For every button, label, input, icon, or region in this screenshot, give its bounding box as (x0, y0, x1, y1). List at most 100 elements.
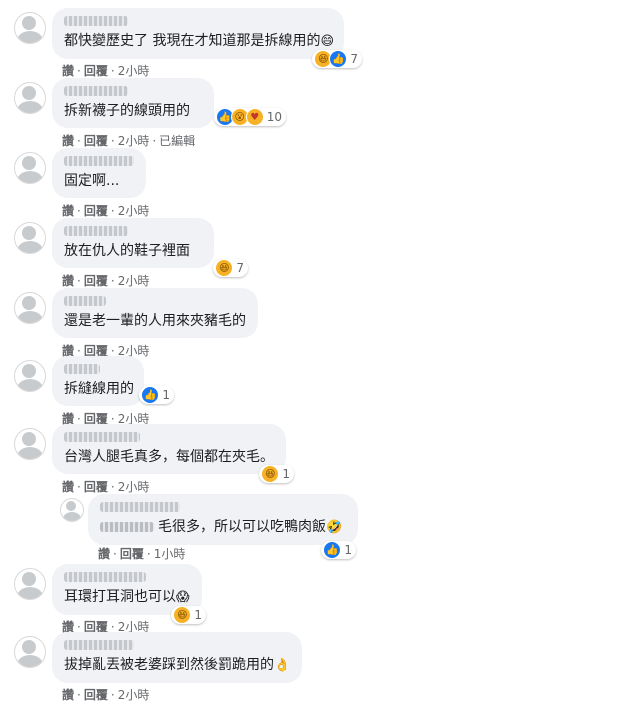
timestamp[interactable]: 2小時 (118, 134, 150, 148)
comment-bubble: 拆新襪子的線頭用的 👍 😮 ♥ 10 (52, 78, 286, 128)
author-name-blurred[interactable] (64, 432, 140, 442)
like-button[interactable]: 讚 (62, 480, 74, 494)
comment-bubble: 拆縫線用的 👍 1 (52, 356, 174, 406)
comment-bubble: 耳環打耳洞也可以😱 😆 1 (52, 564, 206, 624)
avatar[interactable] (14, 428, 46, 460)
comment-actions: 讚 · 回覆 · 2小時 (62, 204, 150, 218)
comment: 固定啊... 讚 · 回覆 · 2小時 (0, 148, 640, 218)
reaction-summary[interactable]: 😆 1 (259, 465, 294, 483)
reaction-summary[interactable]: 👍 1 (139, 386, 174, 404)
comment-bubble: 固定啊... (52, 148, 146, 198)
comment: 台灣人腿毛真多，每個都在夾毛。 😆 1 讚 · 回覆 · 2小時 (0, 424, 640, 494)
scream-emoji: 😱 (176, 590, 190, 605)
comment-text: 拆新襪子的線頭用的 (64, 103, 190, 119)
comment: 拆新襪子的線頭用的 👍 😮 ♥ 10 讚 · 回覆 · 2小時 · 已編輯 (0, 78, 640, 148)
haha-icon: 😆 (173, 606, 192, 624)
comment: 拆縫線用的 👍 1 讚 · 回覆 · 2小時 (0, 356, 640, 426)
like-button[interactable]: 讚 (62, 64, 74, 78)
avatar[interactable] (60, 498, 84, 522)
author-name-blurred[interactable] (64, 156, 134, 166)
like-button[interactable]: 讚 (98, 547, 110, 561)
comment-text: 拔掉亂丟被老婆踩到然後罰跪用的👌 (64, 657, 291, 673)
comment-bubble: 都快變歷史了 我現在才知道那是拆線用的😄 😆 👍 7 (52, 8, 362, 68)
timestamp[interactable]: 2小時 (118, 204, 150, 218)
avatar[interactable] (14, 12, 46, 44)
reaction-summary[interactable]: 😆 👍 7 (312, 50, 362, 68)
timestamp[interactable]: 2小時 (118, 480, 150, 494)
like-icon: 👍 (141, 386, 160, 404)
author-name-blurred[interactable] (64, 86, 128, 96)
comment-text: 台灣人腿毛真多，每個都在夾毛。 (64, 449, 274, 465)
reaction-count: 10 (266, 110, 282, 124)
comment-text: 還是老一輩的人用來夾豬毛的 (64, 313, 246, 329)
reply-button[interactable]: 回覆 (84, 204, 108, 218)
avatar[interactable] (14, 152, 46, 184)
comment-text: 放在仇人的鞋子裡面 (64, 243, 190, 259)
reaction-summary[interactable]: 😆 7 (213, 259, 248, 277)
author-name-blurred[interactable] (64, 640, 134, 650)
author-name-blurred[interactable] (64, 16, 128, 26)
like-icon: 👍 (329, 50, 348, 68)
reply-button[interactable]: 回覆 (84, 134, 108, 148)
avatar[interactable] (14, 360, 46, 392)
comment-actions: 讚 · 回覆 · 2小時 · 已編輯 (62, 134, 196, 148)
author-name-blurred[interactable] (64, 364, 100, 374)
author-name-blurred[interactable] (64, 572, 146, 582)
avatar[interactable] (14, 568, 46, 600)
comment: 耳環打耳洞也可以😱 😆 1 讚 · 回覆 · 2小時 (0, 564, 640, 634)
comment-bubble: 放在仇人的鞋子裡面 😆 7 (52, 218, 248, 277)
rofl-emoji: 🤣 (326, 520, 343, 535)
comment-actions: 讚 · 回覆 · 2小時 (62, 688, 150, 702)
reaction-count: 1 (282, 467, 290, 481)
comment-actions: 讚 · 回覆 · 2小時 (62, 274, 150, 288)
haha-icon: 😆 (215, 259, 234, 277)
comment: 放在仇人的鞋子裡面 😆 7 讚 · 回覆 · 2小時 (0, 218, 640, 288)
reaction-summary[interactable]: 👍 😮 ♥ 10 (213, 108, 286, 126)
timestamp[interactable]: 1小時 (154, 547, 186, 561)
author-name-blurred[interactable] (64, 226, 128, 236)
timestamp[interactable]: 2小時 (118, 274, 150, 288)
ok-hand-emoji: 👌 (274, 658, 291, 673)
mention-tag-blurred[interactable] (100, 522, 154, 532)
like-button[interactable]: 讚 (62, 274, 74, 288)
like-button[interactable]: 讚 (62, 204, 74, 218)
reaction-count: 7 (236, 261, 244, 275)
reply-button[interactable]: 回覆 (84, 274, 108, 288)
avatar[interactable] (14, 82, 46, 114)
haha-icon: 😆 (261, 465, 280, 483)
timestamp[interactable]: 2小時 (118, 688, 150, 702)
timestamp[interactable]: 2小時 (118, 64, 150, 78)
comment-text: 都快變歷史了 我現在才知道那是拆線用的😄 (64, 33, 335, 49)
like-button[interactable]: 讚 (62, 688, 74, 702)
comment: 拔掉亂丟被老婆踩到然後罰跪用的👌 讚 · 回覆 · 2小時 (0, 632, 640, 702)
like-button[interactable]: 讚 (62, 134, 74, 148)
comment: 還是老一輩的人用來夾豬毛的 讚 · 回覆 · 2小時 (0, 288, 640, 358)
reply-comment: 毛很多，所以可以吃鴨肉飯🤣 👍 1 讚 · 回覆 · 1小時 (56, 494, 640, 564)
comment-bubble: 還是老一輩的人用來夾豬毛的 (52, 288, 258, 338)
reply-button[interactable]: 回覆 (84, 688, 108, 702)
comment-actions: 讚 · 回覆 · 2小時 (62, 64, 150, 78)
comment-actions: 讚 · 回覆 · 1小時 (98, 547, 186, 561)
comment-text: 拆縫線用的 (64, 381, 134, 397)
author-name-blurred[interactable] (64, 296, 106, 306)
reaction-count: 1 (344, 543, 352, 557)
author-name-blurred[interactable] (100, 502, 180, 512)
avatar[interactable] (14, 292, 46, 324)
care-icon: ♥ (245, 108, 264, 126)
reaction-count: 7 (350, 52, 358, 66)
comment-text: 固定啊... (64, 173, 120, 189)
grin-emoji: 😄 (320, 34, 335, 49)
avatar[interactable] (14, 222, 46, 254)
comment-text: 毛很多，所以可以吃鴨肉飯🤣 (100, 518, 346, 537)
reply-button[interactable]: 回覆 (120, 547, 144, 561)
reply-button[interactable]: 回覆 (84, 480, 108, 494)
like-icon: 👍 (323, 541, 342, 559)
comment-text: 耳環打耳洞也可以😱 (64, 589, 190, 605)
reaction-summary[interactable]: 😆 1 (171, 606, 206, 624)
avatar[interactable] (14, 636, 46, 668)
comment-bubble: 拔掉亂丟被老婆踩到然後罰跪用的👌 (52, 632, 302, 683)
reply-button[interactable]: 回覆 (84, 64, 108, 78)
reaction-count: 1 (162, 388, 170, 402)
reaction-summary[interactable]: 👍 1 (321, 541, 356, 559)
comment: 都快變歷史了 我現在才知道那是拆線用的😄 😆 👍 7 讚 · 回覆 · 2小時 (0, 8, 640, 78)
